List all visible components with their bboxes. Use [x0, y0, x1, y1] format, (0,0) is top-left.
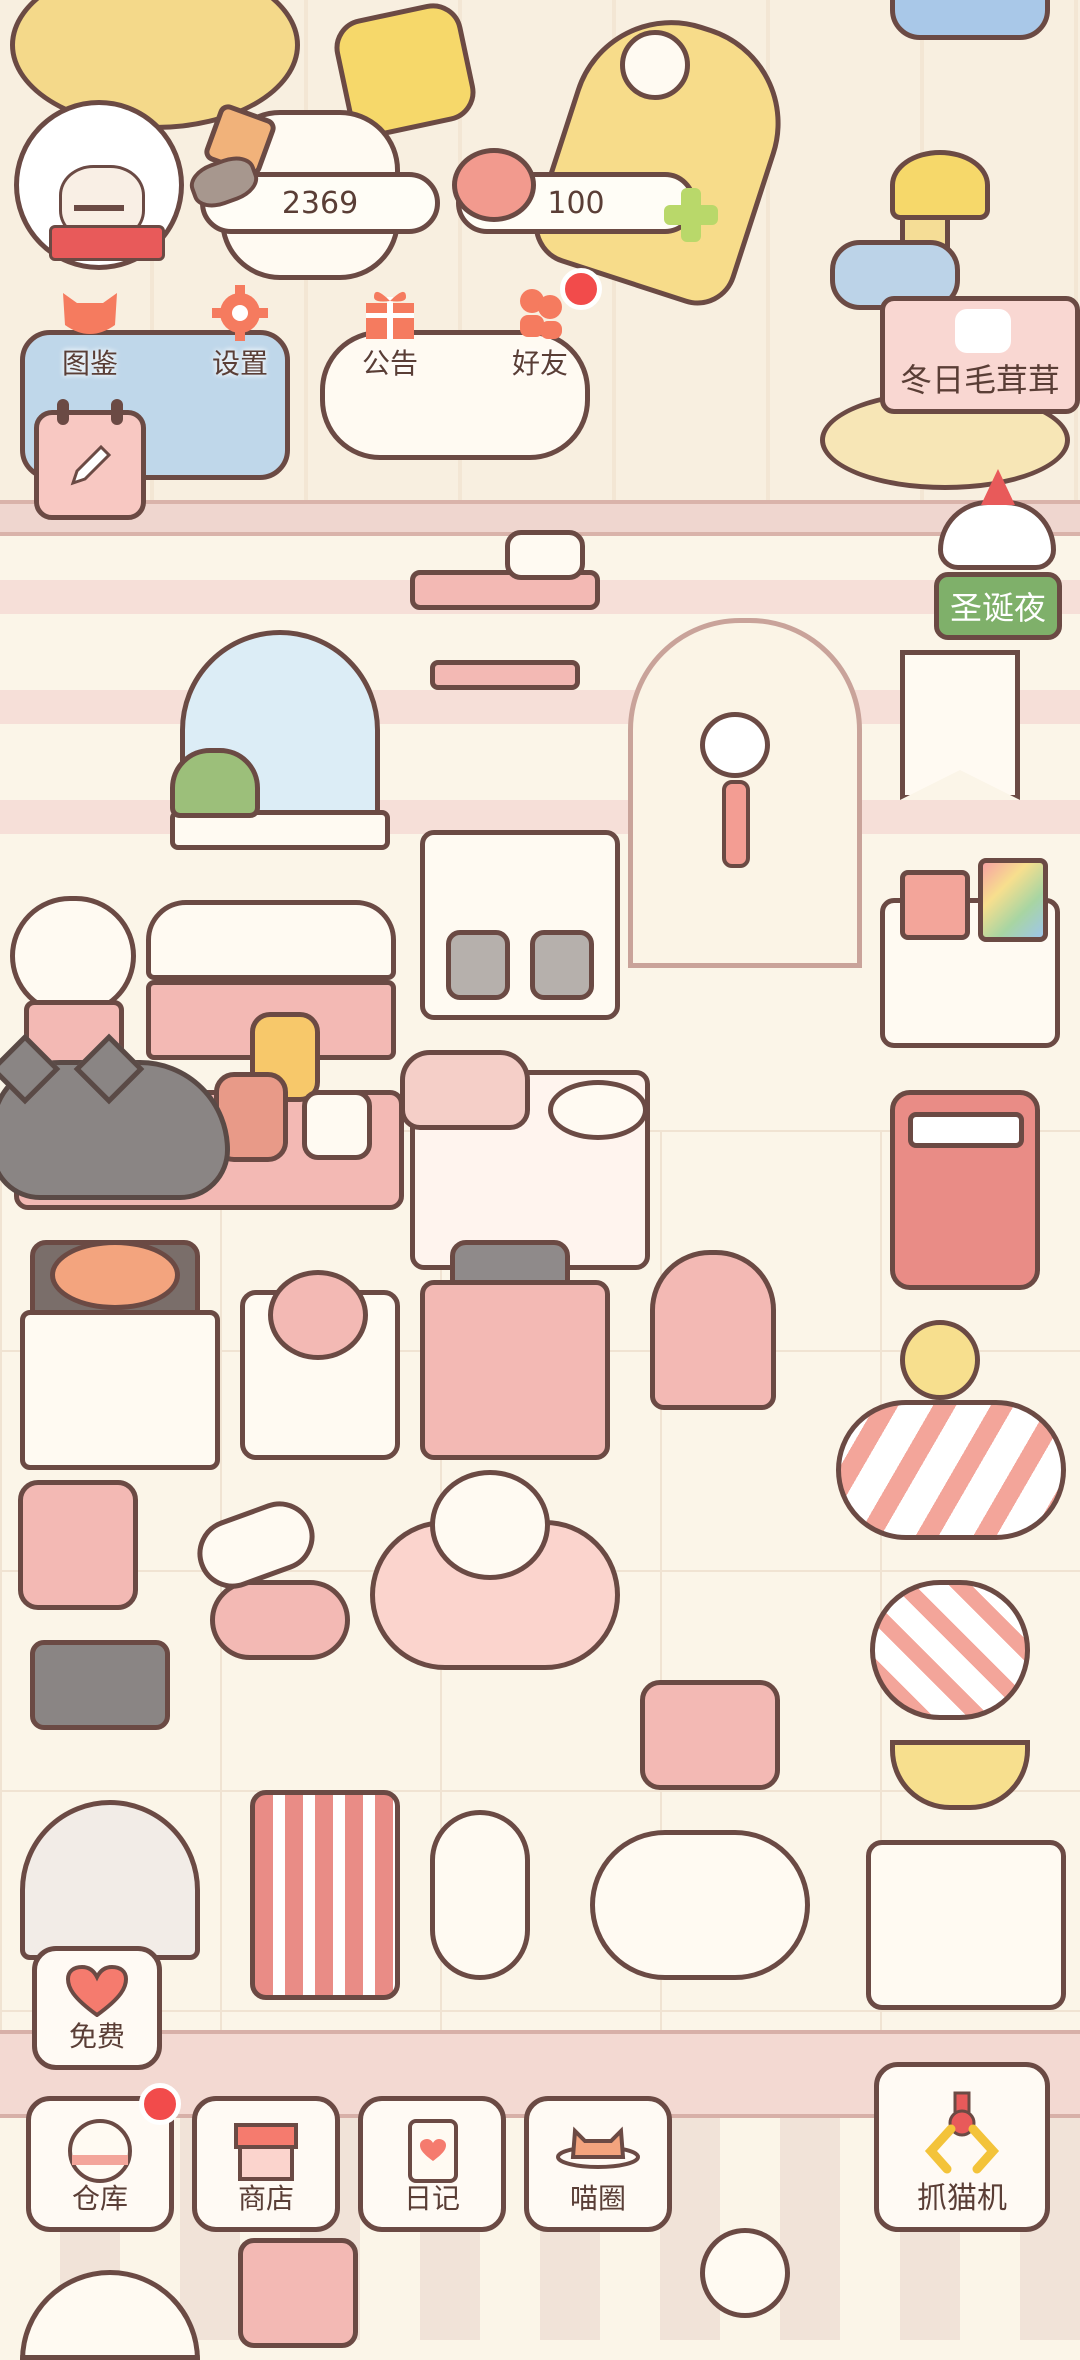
claw-machine-label: 抓猫机 — [917, 2181, 1007, 2216]
lower-gift[interactable] — [238, 2238, 358, 2348]
pink-chair[interactable] — [650, 1250, 776, 1410]
counter-cabinet[interactable] — [20, 1310, 220, 1470]
candy-table[interactable] — [836, 1400, 1066, 1540]
bottom-bar-diary[interactable]: 日记 — [358, 2096, 506, 2232]
heart-value: 100 — [547, 185, 605, 221]
top-menu-friends[interactable]: 好友 — [480, 268, 602, 382]
sauce-jar[interactable] — [302, 1090, 372, 1160]
blue-bowl[interactable] — [890, 0, 1050, 40]
hanging-ghost[interactable] — [700, 2228, 790, 2318]
winter-event-label: 冬日毛茸茸 — [899, 361, 1060, 399]
egg-sofa[interactable] — [590, 1830, 810, 1980]
rainbow-gift-icon — [978, 858, 1048, 942]
shop-icon — [234, 2123, 298, 2181]
cat-tree-moon — [890, 150, 990, 220]
top-menu-label: 设置 — [211, 347, 268, 380]
top-menu-label: 好友 — [511, 347, 568, 380]
top-menu-label: 图鉴 — [61, 347, 118, 380]
rice-cooker[interactable] — [18, 1480, 138, 1610]
pencil-icon — [70, 444, 112, 486]
paw-icon — [955, 309, 1011, 353]
wind-chime[interactable] — [700, 712, 770, 778]
bunny-gumball[interactable] — [430, 1470, 550, 1580]
warehouse-badge — [139, 2083, 181, 2125]
stacked-cups — [505, 530, 585, 580]
oven-window — [530, 930, 594, 1000]
bottom-bar-shop[interactable]: 商店 — [192, 2096, 340, 2232]
chopstick-vase[interactable] — [268, 1270, 368, 1360]
display-cabinet[interactable] — [866, 1840, 1066, 2010]
warehouse-icon — [68, 2119, 132, 2183]
pie — [50, 1240, 180, 1310]
utensil-rack[interactable] — [430, 660, 580, 690]
diary-icon — [408, 2119, 458, 2183]
top-menu-collection[interactable]: 图鉴 — [30, 282, 150, 382]
wind-chime-tail — [722, 780, 750, 868]
bench-back — [146, 900, 396, 980]
heart-icon — [66, 1965, 128, 2017]
avatar-scarf — [49, 225, 165, 261]
bottom-bar-meow-circle[interactable]: 喵圈 — [524, 2096, 672, 2232]
ice-sign — [908, 1112, 1024, 1148]
winter-event-banner[interactable]: 冬日毛茸茸 — [880, 296, 1080, 414]
claw-machine-button[interactable]: 抓猫机 — [874, 2062, 1050, 2232]
free-button[interactable]: 免费 — [32, 1946, 162, 2070]
heart-icon — [452, 148, 536, 222]
stool[interactable] — [210, 1580, 350, 1660]
top-menu: 图鉴 设置 公告 好友 — [30, 268, 602, 382]
heart-chair[interactable] — [640, 1680, 780, 1790]
free-button-label: 免费 — [68, 2020, 125, 2053]
gift-box-icon — [900, 870, 970, 940]
wall-stripe — [0, 800, 1080, 834]
candy-stool[interactable] — [870, 1580, 1030, 1720]
frying-pan[interactable] — [548, 1080, 648, 1140]
christmas-event-tag[interactable]: 圣诞夜 — [934, 572, 1062, 640]
gear-icon — [204, 282, 276, 344]
calendar-button[interactable] — [34, 399, 146, 520]
top-menu-settings[interactable]: 设置 — [180, 282, 300, 382]
ice-cream-stand[interactable] — [250, 1790, 400, 2000]
coffee-cabinet[interactable] — [420, 1280, 610, 1460]
pot[interactable] — [400, 1050, 530, 1130]
christmas-event-label: 圣诞夜 — [949, 589, 1046, 627]
paw-pennant[interactable] — [900, 650, 1020, 800]
pompom — [620, 30, 690, 100]
add-hearts-button[interactable] — [664, 188, 718, 242]
potted-plant[interactable] — [170, 748, 260, 818]
calendar-ring — [57, 399, 69, 425]
calendar-ring — [111, 399, 123, 425]
gumball-machine[interactable] — [10, 896, 136, 1016]
top-menu-label: 公告 — [361, 347, 418, 380]
player-avatar[interactable] — [14, 100, 184, 270]
avatar-eyes — [74, 205, 124, 211]
plus-icon-bar — [664, 205, 718, 225]
toaster[interactable] — [30, 1640, 170, 1730]
oven-window — [446, 930, 510, 1000]
friends-badge — [560, 268, 602, 310]
claw-icon — [924, 2091, 1000, 2174]
coin-value: 2369 — [281, 185, 359, 221]
gift-icon — [354, 282, 426, 344]
cat-head-icon — [54, 282, 126, 344]
planet-cat-icon — [556, 2126, 640, 2169]
top-menu-announcement[interactable]: 公告 — [330, 282, 450, 382]
bottom-bar-warehouse[interactable]: 仓库 — [26, 2083, 181, 2232]
bunny-doll[interactable] — [430, 1810, 530, 1980]
lollipop — [900, 1320, 980, 1400]
